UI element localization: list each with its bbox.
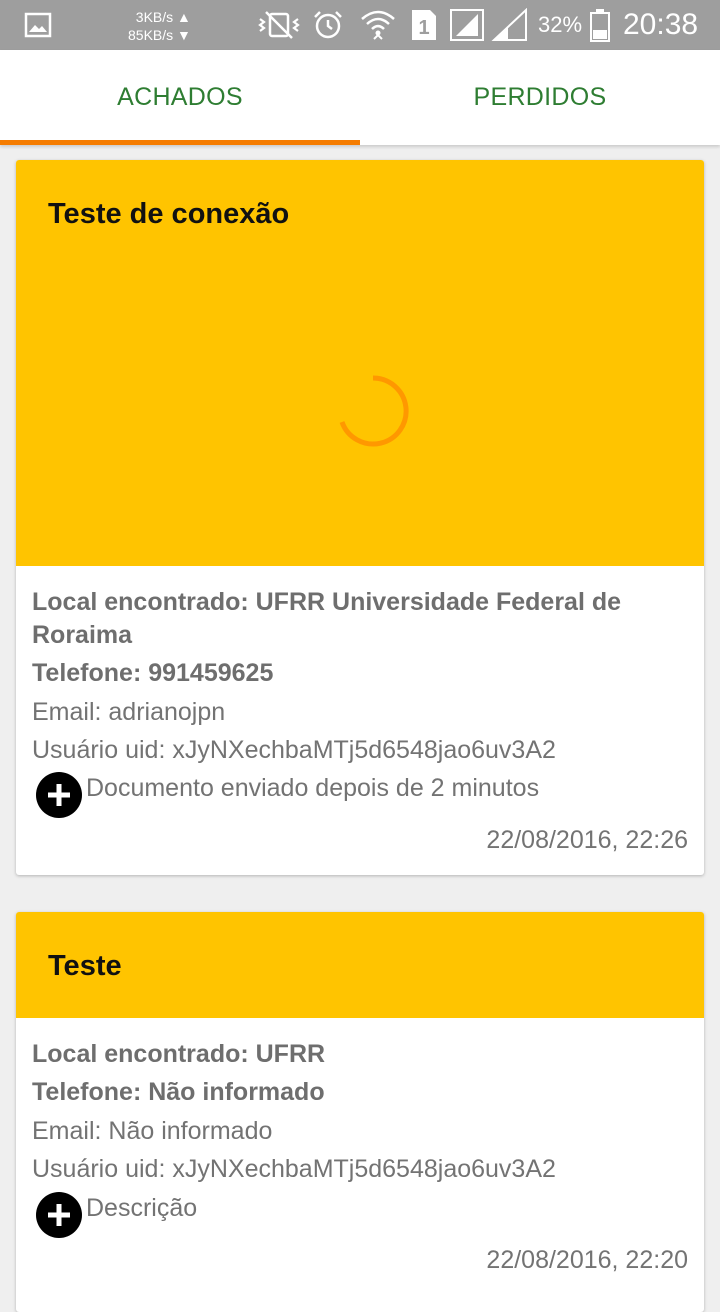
card-title: Teste xyxy=(48,950,122,982)
download-speed: 85KB/s ▼ xyxy=(128,27,191,43)
card-date: 22/08/2016, 22:26 xyxy=(486,826,688,854)
upload-speed: 3KB/s ▲ xyxy=(135,9,191,25)
card-body: Local encontrado: UFRR Universidade Fede… xyxy=(16,566,704,875)
battery-percentage: 32% xyxy=(538,12,583,37)
vibrate-icon xyxy=(256,0,302,50)
tab-achados[interactable]: ACHADOS xyxy=(0,50,360,145)
sim-icon: 1 xyxy=(410,0,438,50)
tab-bar: ACHADOS PERDIDOS xyxy=(0,50,720,145)
tab-achados-label: ACHADOS xyxy=(117,83,243,111)
sim-slot-number: 1 xyxy=(418,17,429,39)
gallery-icon xyxy=(24,0,52,50)
status-bar: 3KB/s ▲ 85KB/s ▼ 1 32% 20:38 xyxy=(0,0,720,50)
clock-time: 20:38 xyxy=(623,8,699,41)
card-telefone: Telefone: Não informado xyxy=(32,1078,325,1106)
network-speed: 3KB/s ▲ 85KB/s ▼ xyxy=(128,6,191,46)
card-image-area: Teste de conexão xyxy=(16,160,704,566)
card-usuario: Usuário uid: xJyNXechbaMTj5d6548jao6uv3A… xyxy=(32,736,556,764)
card-body: Local encontrado: UFRR Telefone: Não inf… xyxy=(16,1018,704,1312)
item-card[interactable]: Teste de conexão Local encontrado: UFRR … xyxy=(16,160,704,875)
card-local: Local encontrado: UFRR Universidade Fede… xyxy=(32,588,622,649)
tab-perdidos[interactable]: PERDIDOS xyxy=(360,50,720,145)
card-local: Local encontrado: UFRR xyxy=(32,1040,326,1068)
signal-icon xyxy=(450,0,530,50)
expand-add-icon[interactable] xyxy=(36,1192,82,1238)
tab-selected-indicator xyxy=(0,140,360,145)
card-title: Teste de conexão xyxy=(48,198,290,230)
card-usuario: Usuário uid: xJyNXechbaMTj5d6548jao6uv3A… xyxy=(32,1155,556,1183)
expand-add-icon[interactable] xyxy=(36,772,82,818)
card-telefone: Telefone: 991459625 xyxy=(32,659,274,687)
card-date: 22/08/2016, 22:20 xyxy=(486,1246,688,1274)
card-email: Email: Não informado xyxy=(32,1117,273,1145)
item-card[interactable]: Teste Local encontrado: UFRR Telefone: N… xyxy=(16,912,704,1312)
card-email: Email: adrianojpn xyxy=(32,698,226,726)
card-image-area: Teste xyxy=(16,912,704,1018)
wifi-icon xyxy=(360,0,396,50)
card-descricao: Descrição xyxy=(86,1194,198,1222)
tab-perdidos-label: PERDIDOS xyxy=(473,83,607,111)
card-descricao: Documento enviado depois de 2 minutos xyxy=(86,774,540,802)
loading-spinner-icon xyxy=(339,375,409,447)
alarm-icon xyxy=(312,0,344,50)
battery-icon xyxy=(590,0,610,50)
